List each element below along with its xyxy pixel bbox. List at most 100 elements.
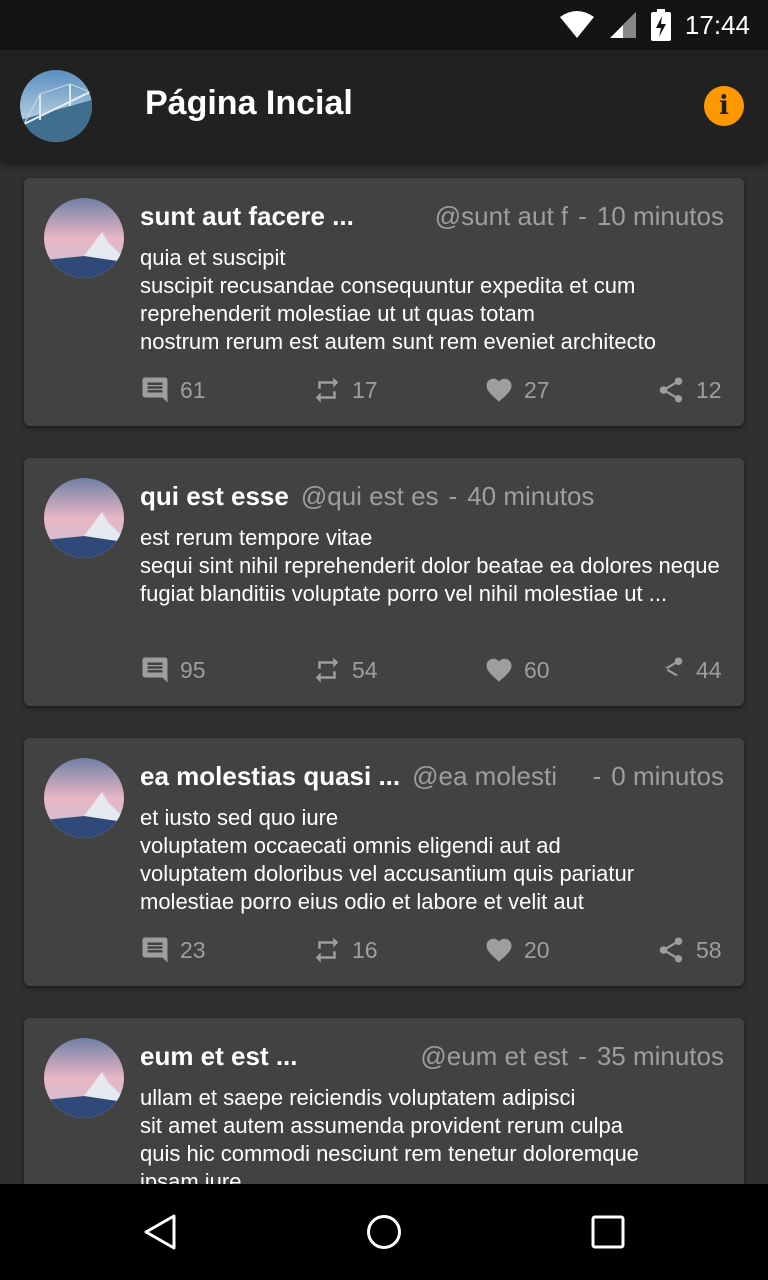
post-time: 10 minutos	[596, 200, 724, 231]
home-icon[interactable]	[366, 1214, 402, 1250]
post-handle: @eum et est	[420, 1040, 569, 1071]
retweet-button[interactable]: 16	[312, 932, 378, 968]
share-button[interactable]: 12	[656, 372, 722, 408]
like-button[interactable]: 20	[484, 932, 550, 968]
author-avatar[interactable]	[44, 478, 124, 558]
like-count: 20	[524, 936, 550, 963]
heart-icon	[486, 378, 512, 402]
battery-charging-icon	[650, 9, 671, 41]
status-bar: 17:44	[0, 0, 768, 50]
system-nav-bar	[0, 1184, 768, 1280]
heart-icon	[486, 658, 512, 682]
post-body: est rerum tempore vitae sequi sint nihil…	[140, 524, 726, 608]
post-body-line: fugiat blanditiis voluptate porro vel ni…	[140, 581, 668, 606]
post-title: qui est esse	[140, 480, 289, 511]
like-count: 60	[524, 656, 550, 683]
wifi-icon	[559, 11, 595, 39]
share-count: 12	[696, 376, 722, 403]
post-handle: @qui est es	[300, 480, 439, 511]
retweet-button[interactable]: 17	[312, 372, 378, 408]
post-body-line: quis hic commodi nesciunt rem tenetur do…	[140, 1141, 639, 1166]
share-icon	[659, 377, 683, 403]
post-separator: -	[448, 480, 458, 511]
post-body-line: sequi sint nihil reprehenderit dolor bea…	[140, 553, 720, 578]
post-separator: -	[592, 760, 602, 791]
comment-count: 61	[180, 376, 206, 403]
post-body-line: suscipit recusandae consequuntur expedit…	[140, 273, 636, 298]
post-header: qui est esse @qui est es - 40 minutos	[140, 476, 724, 516]
post-time: 0 minutos	[611, 760, 724, 791]
comment-count: 23	[180, 936, 206, 963]
app-bar: Página Incial i	[0, 50, 768, 162]
page-title: Página Incial	[145, 84, 353, 122]
post-body-line: est rerum tempore vitae	[140, 525, 373, 550]
comment-count: 95	[180, 656, 206, 683]
post-separator: -	[578, 200, 587, 231]
comment-button[interactable]: 95	[140, 652, 206, 688]
post-body-line: voluptatem doloribus vel accusantium qui…	[140, 861, 635, 886]
post-handle: @sunt aut f	[434, 200, 569, 231]
post-title: eum et est ...	[140, 1040, 298, 1071]
post-body-line: molestiae porro eius odio et labore et v…	[140, 889, 584, 914]
post-separator: -	[578, 1040, 587, 1071]
post-body-line: quia et suscipit	[140, 245, 286, 270]
share-button[interactable]: 58	[656, 932, 722, 968]
post-time: 35 minutos	[596, 1040, 724, 1071]
author-avatar[interactable]	[44, 198, 124, 278]
post-body-line: nostrum rerum est autem sunt rem eveniet…	[140, 329, 656, 354]
post-body-line: ullam et saepe reiciendis voluptatem adi…	[140, 1085, 576, 1110]
info-icon[interactable]: i	[704, 86, 744, 126]
share-count: 58	[696, 936, 722, 963]
comment-button[interactable]: 23	[140, 932, 206, 968]
post-body: ullam et saepe reiciendis voluptatem adi…	[140, 1084, 726, 1184]
post-actions: 23 16 20 58	[140, 932, 724, 968]
post-header: ea molestias quasi ... @ea molesti - 0 m…	[140, 756, 724, 796]
comment-icon	[142, 657, 168, 683]
post-body-line: sit amet autem assumenda provident rerum…	[140, 1113, 624, 1138]
author-avatar[interactable]	[44, 1038, 124, 1118]
comment-button[interactable]: 61	[140, 372, 206, 408]
post-body: quia et suscipit suscipit recusandae con…	[140, 244, 726, 356]
post-title: ea molestias quasi ...	[140, 760, 401, 791]
post-handle: @ea molesti	[412, 760, 558, 791]
comment-icon	[142, 377, 168, 403]
retweet-icon	[315, 937, 339, 963]
post-time: 40 minutos	[467, 480, 595, 511]
post-body-line: reprehenderit molestiae ut ut quas totam	[140, 301, 536, 326]
share-icon	[659, 937, 683, 963]
post-title: sunt aut facere ...	[140, 200, 354, 231]
post-card[interactable]: ea molestias quasi ... @ea molesti - 0 m…	[24, 738, 744, 986]
like-button[interactable]: 60	[484, 652, 550, 688]
post-card[interactable]: sunt aut facere ... @sunt aut f - 10 min…	[24, 178, 744, 426]
recents-icon[interactable]	[590, 1214, 626, 1250]
post-header: sunt aut facere ... @sunt aut f - 10 min…	[140, 196, 724, 236]
post-feed[interactable]: sunt aut facere ... @sunt aut f - 10 min…	[0, 162, 768, 1184]
post-actions: 61 17 27 12	[140, 372, 724, 408]
post-header: eum et est ... @eum et est - 35 minutos	[140, 1036, 724, 1076]
back-icon[interactable]	[142, 1214, 178, 1250]
post-body-line: ipsam iure	[140, 1169, 242, 1184]
share-icon	[663, 657, 683, 677]
share-count: 44	[696, 656, 722, 683]
retweet-button[interactable]: 54	[312, 652, 378, 688]
retweet-count: 17	[352, 376, 378, 403]
like-button[interactable]: 27	[484, 372, 550, 408]
retweet-icon	[315, 377, 339, 403]
like-count: 27	[524, 376, 550, 403]
post-card[interactable]: eum et est ... @eum et est - 35 minutos …	[24, 1018, 744, 1184]
comment-icon	[142, 937, 168, 963]
post-card[interactable]: qui est esse @qui est es - 40 minutos es…	[24, 458, 744, 706]
profile-avatar[interactable]	[20, 70, 92, 142]
post-body-line: et iusto sed quo iure	[140, 805, 339, 830]
author-avatar[interactable]	[44, 758, 124, 838]
post-body-line: voluptatem occaecati omnis eligendi aut …	[140, 833, 561, 858]
retweet-count: 16	[352, 936, 378, 963]
post-body: et iusto sed quo iure voluptatem occaeca…	[140, 804, 726, 916]
retweet-count: 54	[352, 656, 378, 683]
signal-icon	[609, 11, 637, 39]
share-button[interactable]: 44	[656, 652, 722, 688]
retweet-icon	[315, 657, 339, 683]
heart-icon	[486, 938, 512, 962]
status-time: 17:44	[684, 9, 750, 40]
post-actions: 95 54 60 44	[140, 652, 724, 688]
